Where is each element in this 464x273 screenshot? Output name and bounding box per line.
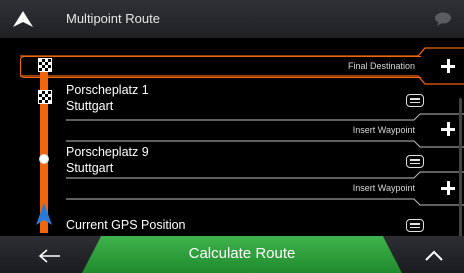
waypoint-dot-icon	[39, 154, 49, 164]
insert-waypoint-label-1: Insert Waypoint	[352, 125, 415, 135]
header-bar: Multipoint Route	[0, 0, 464, 38]
waypoint-1-line2: Stuttgart	[66, 99, 114, 113]
multipoint-route-screen: Multipoint Route Final Destination Porsc…	[0, 0, 464, 273]
waypoint-2-details-icon[interactable]	[406, 155, 424, 168]
back-arrow-icon[interactable]	[0, 236, 90, 273]
waypoint-2-line2: Stuttgart	[66, 161, 114, 175]
gps-details-icon[interactable]	[406, 219, 424, 232]
page-title: Multipoint Route	[66, 11, 160, 26]
final-destination-label: Final Destination	[347, 61, 415, 71]
waypoint-1-details-icon[interactable]	[406, 94, 424, 107]
gps-position-label: Current GPS Position	[66, 218, 186, 232]
chevron-up-icon[interactable]	[404, 236, 464, 273]
waypoint-2-line1: Porscheplatz 9	[66, 145, 149, 159]
checkered-flag-icon	[38, 90, 52, 104]
add-waypoint-top-button[interactable]	[441, 59, 455, 73]
route-list: Final Destination Porscheplatz 1 Stuttga…	[0, 38, 464, 236]
checkered-flag-icon	[38, 58, 52, 72]
waypoint-1-line1: Porscheplatz 1	[66, 83, 149, 97]
calculate-route-button[interactable]: Calculate Route	[82, 236, 402, 273]
scrollbar[interactable]	[459, 98, 462, 236]
bottom-bar: Calculate Route	[0, 236, 464, 273]
speech-bubble-icon[interactable]	[434, 12, 452, 26]
insert-waypoint-button-1[interactable]	[441, 122, 455, 136]
insert-waypoint-label-2: Insert Waypoint	[352, 183, 415, 193]
gps-position-icon	[36, 203, 52, 225]
insert-waypoint-button-2[interactable]	[441, 181, 455, 195]
nav-arrow-icon[interactable]	[12, 10, 34, 28]
